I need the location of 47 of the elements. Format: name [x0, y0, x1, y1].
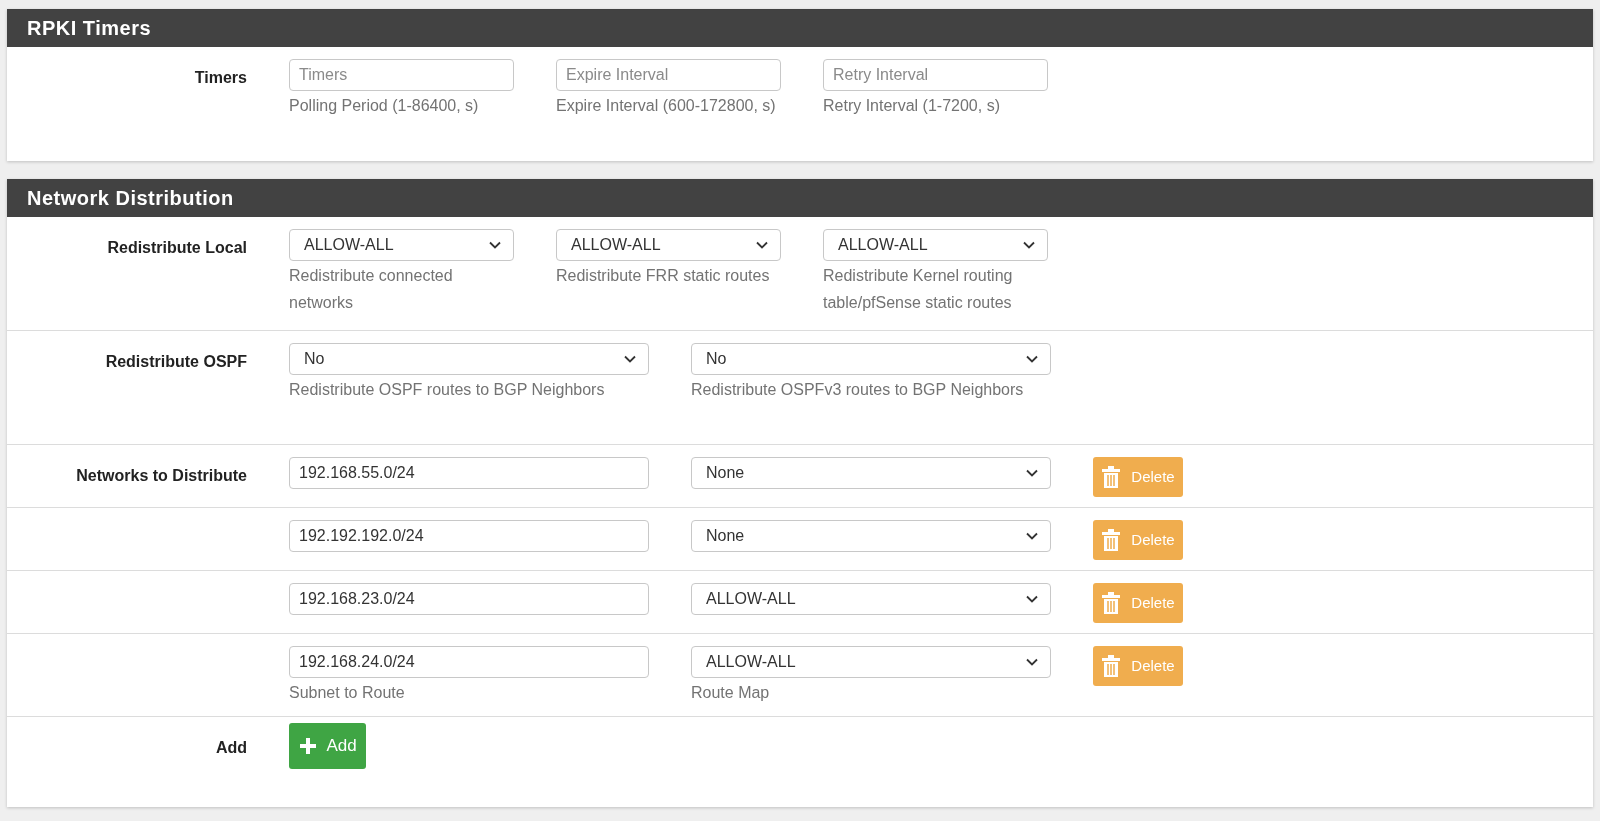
select-dropdown[interactable]: None: [691, 520, 1051, 552]
help-text: Redistribute FRR static routes: [556, 266, 771, 286]
chevron-down-icon: [1026, 595, 1038, 603]
text-input[interactable]: 192.168.55.0/24: [289, 457, 649, 489]
field-label: Redistribute Local: [107, 238, 247, 258]
trash-icon: [1101, 465, 1122, 489]
select-dropdown[interactable]: ALLOW-ALL: [691, 583, 1051, 615]
help-text: Redistribute connected networks: [289, 266, 454, 313]
help-text: Redistribute Kernel routing table/pfSense static routes: [823, 266, 1014, 313]
select-dropdown[interactable]: No: [691, 343, 1051, 375]
select-dropdown[interactable]: ALLOW-ALL: [823, 229, 1048, 261]
field-label: Add: [215, 738, 247, 758]
chevron-down-icon: [1026, 532, 1038, 540]
select-dropdown[interactable]: ALLOW-ALL: [691, 646, 1051, 678]
help-text: Retry Interval (1-7200, s): [823, 96, 1001, 116]
help-text: Subnet to Route: [289, 683, 406, 703]
plus-icon: [298, 736, 319, 756]
field-label: Networks to Distribute: [76, 466, 247, 486]
chevron-down-icon: [1023, 241, 1035, 249]
chevron-down-icon: [1026, 355, 1038, 363]
field-label: Redistribute OSPF: [105, 352, 247, 372]
text-input[interactable]: 192.168.23.0/24: [289, 583, 649, 615]
trash-icon: [1101, 528, 1122, 552]
select-dropdown[interactable]: None: [691, 457, 1051, 489]
trash-icon: [1101, 591, 1122, 615]
text-input[interactable]: 192.192.192.0/24: [289, 520, 649, 552]
help-text: Redistribute OSPFv3 routes to BGP Neighbors: [691, 380, 1025, 400]
select-dropdown[interactable]: ALLOW-ALL: [556, 229, 781, 261]
help-text: Route Map: [691, 683, 771, 703]
text-input[interactable]: 192.168.24.0/24: [289, 646, 649, 678]
text-input[interactable]: Timers: [289, 59, 514, 91]
help-text: Polling Period (1-86400, s): [289, 96, 480, 116]
text-input[interactable]: Expire Interval: [556, 59, 781, 91]
trash-icon: [1101, 654, 1122, 678]
chevron-down-icon: [1026, 469, 1038, 477]
chevron-down-icon: [489, 241, 501, 249]
select-dropdown[interactable]: No: [289, 343, 649, 375]
help-text: Expire Interval (600-172800, s): [556, 96, 777, 116]
chevron-down-icon: [624, 355, 636, 363]
panel-header: RPKI Timers: [7, 9, 1593, 47]
field-label: Timers: [194, 68, 247, 88]
text-input[interactable]: Retry Interval: [823, 59, 1048, 91]
chevron-down-icon: [1026, 658, 1038, 666]
help-text: Redistribute OSPF routes to BGP Neighbors: [289, 380, 606, 400]
select-dropdown[interactable]: ALLOW-ALL: [289, 229, 514, 261]
panel-header: Network Distribution: [7, 179, 1593, 217]
chevron-down-icon: [756, 241, 768, 249]
